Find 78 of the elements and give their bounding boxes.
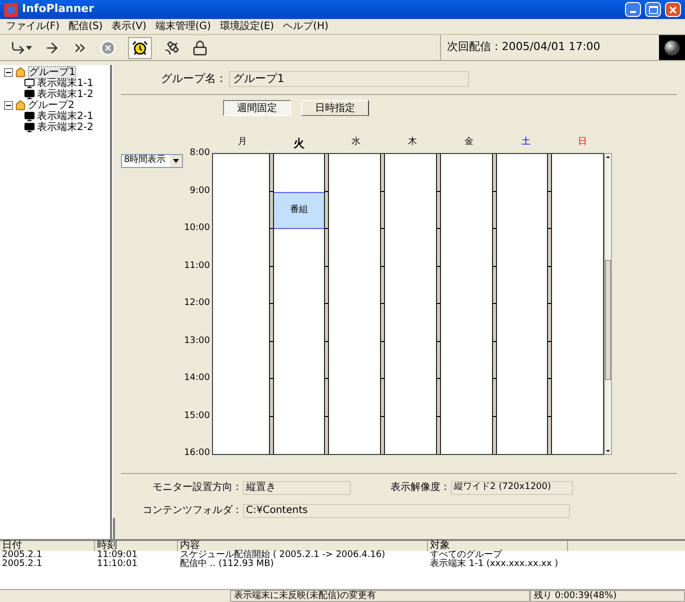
time-label: 15:00 [184, 410, 210, 420]
day-header: 日 [578, 136, 588, 148]
app-icon [4, 2, 18, 16]
sphere-icon [664, 40, 680, 56]
scroll-down-icon [605, 448, 611, 454]
day-header: 土 [521, 136, 530, 148]
time-label: 10:00 [184, 223, 210, 233]
send-arrow-icon [10, 40, 32, 56]
tree-item[interactable]: 表示端末2-1 [37, 111, 94, 122]
stop-icon [100, 40, 116, 56]
menu-item[interactable]: 環境設定(E) [220, 19, 274, 34]
day-header: 金 [464, 136, 474, 148]
dropdown-arrow-icon [173, 159, 179, 163]
tree-item[interactable]: 表示端末1-2 [37, 89, 94, 100]
menu-item[interactable]: 配信(S) [68, 19, 103, 34]
house-icon [15, 67, 26, 78]
program-block[interactable]: 番組 [274, 192, 324, 229]
maximize-button[interactable] [645, 2, 661, 17]
alarm-clock-icon [132, 40, 148, 56]
collapse-icon[interactable] [4, 101, 13, 110]
table-cell-text: 配信中 .. (112.93 MB) [179, 560, 275, 569]
menu-item[interactable]: 端末管理(G) [155, 19, 211, 34]
field-label: 表示解像度 : [389, 480, 448, 495]
time-label: 12:00 [184, 298, 210, 308]
tree-item[interactable]: 表示端末2-2 [37, 122, 94, 133]
column-header[interactable]: 日付 [0, 541, 95, 551]
content-folder-field[interactable]: C:¥Contents [243, 504, 570, 518]
minimize-button[interactable] [625, 2, 641, 17]
field-label: モニター設置方向 : [151, 480, 240, 495]
collapse-icon[interactable] [4, 68, 13, 77]
toolbar-button[interactable] [128, 36, 152, 58]
mode-tab[interactable]: 週間固定 [223, 100, 291, 116]
time-label: 9:00 [190, 186, 210, 196]
arrow-right-icon [44, 40, 60, 56]
window-title: InfoPlanner [22, 1, 94, 18]
table-cell-text: すべてのグループ [429, 551, 502, 560]
group-name-label: グループ名 : [161, 71, 224, 87]
status-text: 表示端末に未反映(未配信)の変更有 [230, 590, 530, 602]
day-header: 火 [294, 136, 305, 152]
table-cell-text: 11:09:01 [96, 551, 138, 560]
scroll-thumb[interactable] [605, 260, 611, 380]
column-header[interactable]: 時刻 [95, 541, 178, 551]
menu-item[interactable]: ファイル(F) [6, 19, 60, 34]
minimize-icon [630, 11, 636, 13]
table-cell-text: 2005.2.1 [1, 551, 44, 560]
range-select[interactable]: 8時間表示 [121, 154, 183, 168]
vertical-scrollbar[interactable] [604, 153, 612, 455]
close-button[interactable] [665, 2, 681, 17]
day-header: 月 [238, 136, 247, 148]
satellite-icon [164, 40, 180, 56]
table-cell-text: 表示端末 1-1 (xxx.xxx.xx.xx ) [429, 560, 560, 569]
table-cell-text: 2005.2.1 [1, 560, 44, 569]
menu-item[interactable]: ヘルプ(H) [283, 19, 328, 34]
time-label: 16:00 [184, 448, 210, 458]
table-cell-text: スケジュール配信開始 ( 2005.2.1 -> 2006.4.16) [179, 551, 386, 560]
tree-item[interactable]: 表示端末1-1 [37, 78, 94, 89]
resolution-field[interactable]: 縦ワイド2 (720x1200) [451, 480, 573, 494]
status-text: 残り 0:00:39(48%) [530, 590, 685, 602]
scroll-up-icon [605, 154, 611, 160]
time-label: 14:00 [184, 373, 210, 383]
day-header: 水 [351, 136, 360, 148]
table-cell-text: 11:10:01 [96, 560, 138, 569]
day-header: 木 [408, 136, 418, 148]
mode-tab[interactable]: 日時指定 [301, 100, 369, 116]
next-delivery-text: 次回配信 : 2005/04/01 17:00 [447, 39, 600, 56]
close-icon [669, 6, 677, 14]
lock-icon [192, 40, 208, 56]
group-name-field[interactable]: グループ1 [229, 71, 470, 88]
maximize-icon [648, 6, 658, 14]
house-icon [15, 100, 26, 111]
time-label: 13:00 [184, 336, 210, 346]
tree-item[interactable]: グループ2 [28, 100, 74, 111]
tree-item[interactable]: グループ1 [28, 66, 76, 79]
orientation-field[interactable]: 縦置き [243, 480, 351, 494]
time-label: 8:00 [190, 148, 210, 158]
field-label: コンテンツフォルダ : [141, 504, 240, 518]
menu-item[interactable]: 表示(V) [112, 19, 146, 34]
time-label: 11:00 [184, 260, 210, 270]
